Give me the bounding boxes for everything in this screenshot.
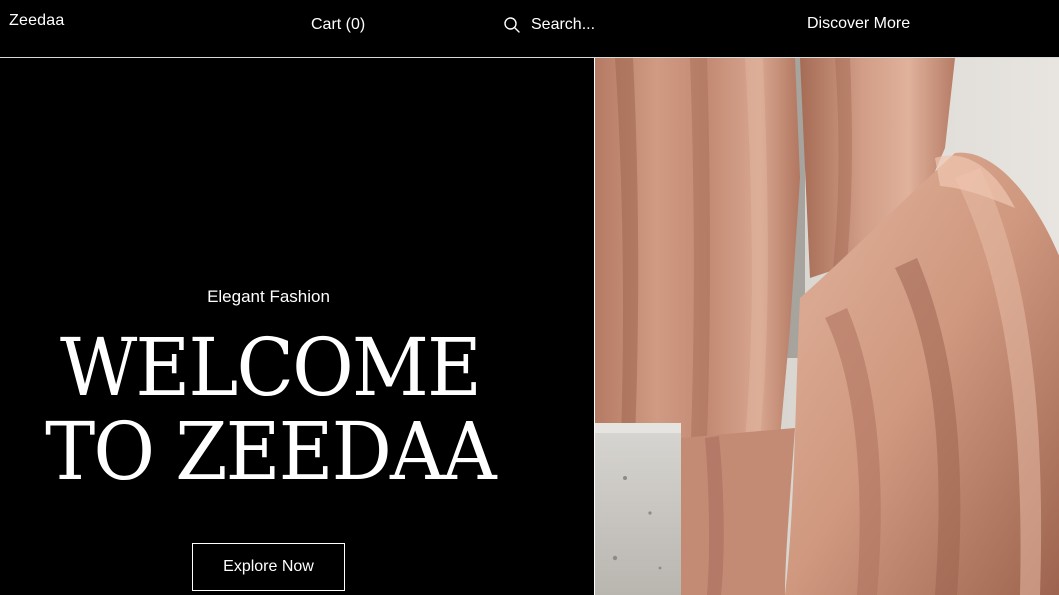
site-logo[interactable]: Zeedaa (9, 12, 64, 30)
fabric-photo-icon (595, 58, 1059, 595)
hero-image (594, 58, 1059, 595)
cart-link[interactable]: Cart (0) (311, 16, 365, 34)
site-header: Zeedaa Cart (0) Discover More (0, 0, 1059, 58)
search-bar[interactable] (503, 14, 703, 36)
hero-eyebrow: Elegant Fashion (207, 287, 330, 306)
headline-line-2: TO ZEEDAA (45, 405, 497, 498)
hero-headline: WELCOME TO ZEEDAA (16, 326, 524, 494)
search-icon[interactable] (503, 16, 521, 34)
hero-section: Elegant Fashion WELCOME TO ZEEDAA Explor… (0, 58, 594, 595)
search-input[interactable] (531, 16, 691, 34)
headline-line-1: WELCOME (59, 321, 482, 414)
discover-more-link[interactable]: Discover More (807, 15, 910, 33)
explore-now-button[interactable]: Explore Now (192, 543, 345, 591)
